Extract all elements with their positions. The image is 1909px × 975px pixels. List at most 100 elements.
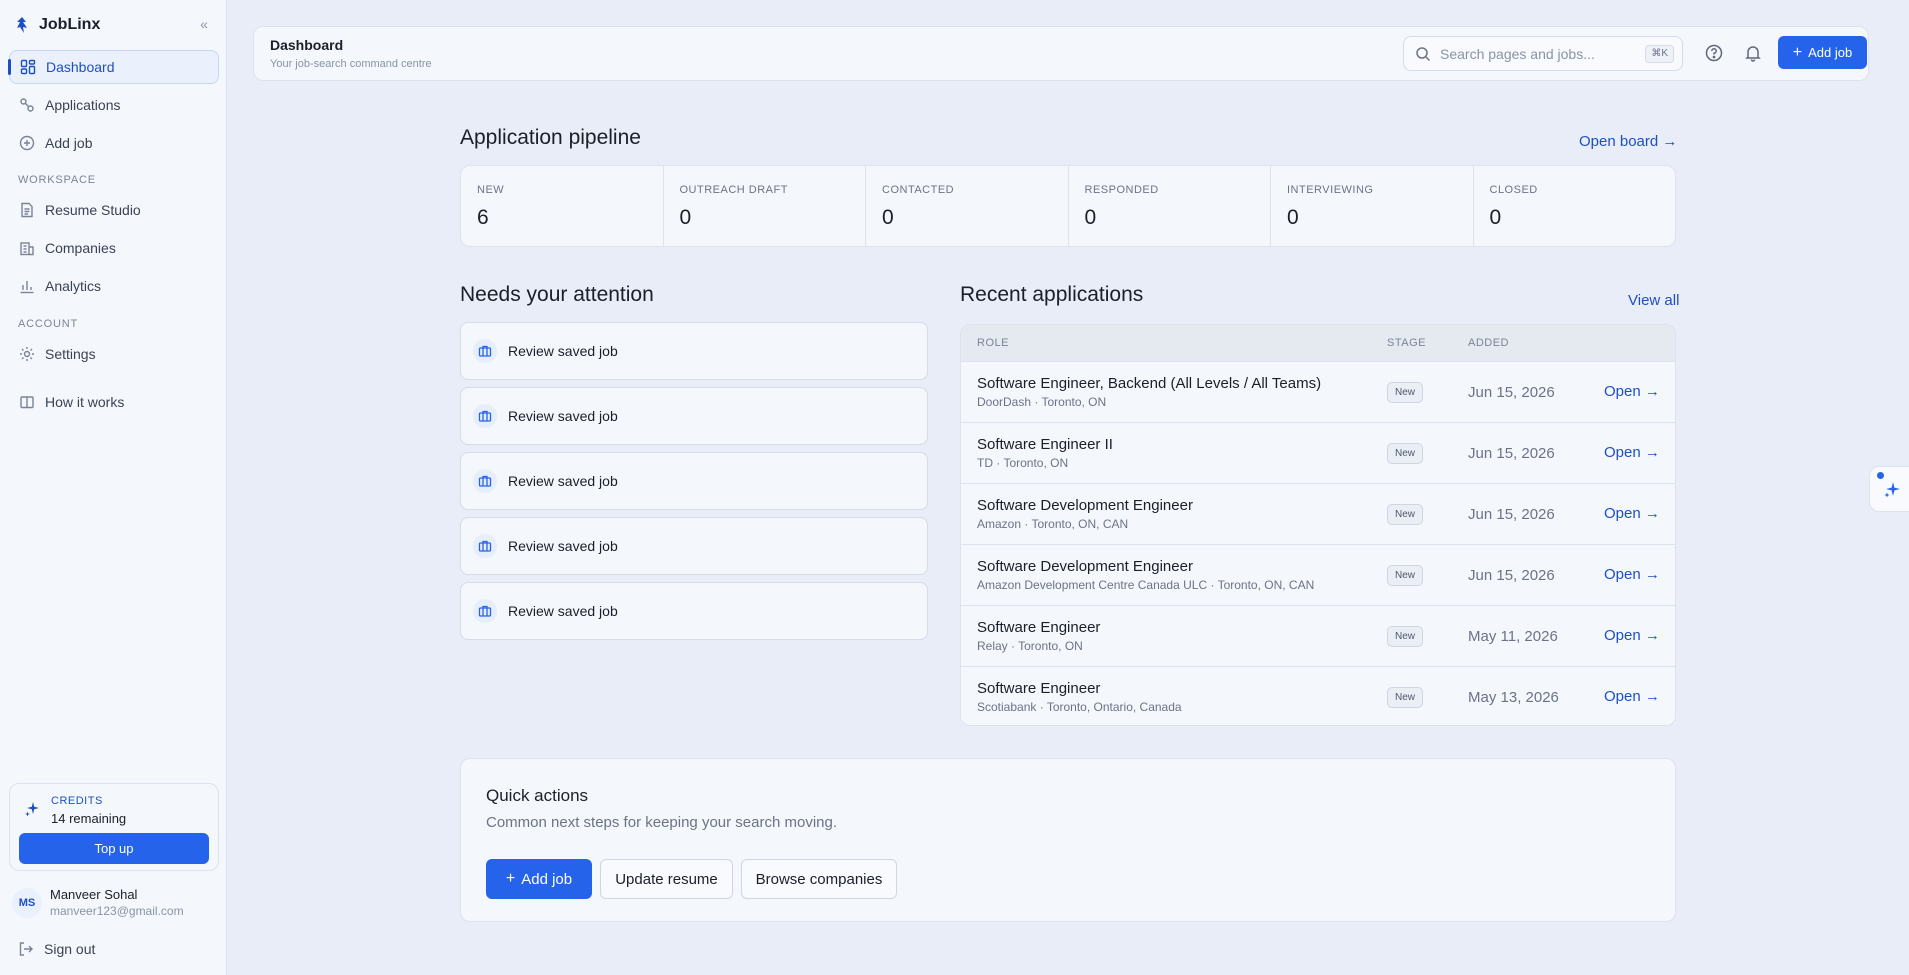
table-row[interactable]: Software Engineer, Backend (All Levels /…: [961, 361, 1675, 422]
open-application-link[interactable]: Open →: [1604, 688, 1660, 705]
plus-icon: +: [505, 870, 516, 887]
briefcase-icon: [478, 605, 492, 617]
attention-label: Review saved job: [508, 603, 618, 619]
quick-add-job-button[interactable]: + Add job: [486, 859, 592, 899]
update-resume-button[interactable]: Update resume: [600, 859, 733, 899]
gear-icon: [20, 347, 34, 361]
added-date: May 11, 2026: [1468, 628, 1558, 645]
added-date: Jun 15, 2026: [1468, 567, 1555, 584]
role-company: DoorDash · Toronto, ON: [977, 395, 1107, 409]
pipeline-title: Application pipeline: [460, 126, 641, 149]
stage-responded[interactable]: RESPONDED 0: [1069, 166, 1271, 246]
open-label: Open: [1604, 444, 1641, 461]
browse-companies-button[interactable]: Browse companies: [741, 859, 897, 899]
stage-closed[interactable]: CLOSED 0: [1474, 166, 1676, 246]
chevrons-left-icon[interactable]: «: [196, 16, 212, 32]
open-application-link[interactable]: Open →: [1604, 505, 1660, 522]
section-label-workspace: WORKSPACE: [18, 174, 96, 186]
sidebar-item-label: Companies: [45, 240, 116, 256]
open-application-link[interactable]: Open →: [1604, 627, 1660, 644]
arrow-right-icon: →: [1640, 627, 1660, 644]
book-icon: [20, 396, 34, 409]
table-row[interactable]: Software Engineer II TD · Toronto, ON Ne…: [961, 422, 1675, 483]
stage-contacted[interactable]: CONTACTED 0: [866, 166, 1069, 246]
stage-label: INTERVIEWING: [1287, 184, 1374, 196]
attention-icon-wrap: [473, 534, 497, 558]
page-subtitle: Your job-search command centre: [270, 58, 432, 70]
added-date: May 13, 2026: [1468, 689, 1559, 706]
ai-assistant-button[interactable]: [1869, 466, 1909, 512]
role-title: Software Development Engineer: [977, 497, 1193, 514]
table-row[interactable]: Software Engineer Scotiabank · Toronto, …: [961, 666, 1675, 725]
sidebar-item-applications[interactable]: Applications: [9, 88, 219, 122]
open-application-link[interactable]: Open →: [1604, 444, 1660, 461]
sidebar-item-dashboard[interactable]: Dashboard: [8, 50, 219, 84]
status-badge: New: [1387, 565, 1424, 586]
sidebar-item-add-job[interactable]: Add job: [9, 126, 219, 160]
open-board-link[interactable]: Open board →: [1579, 133, 1677, 150]
table-header: ROLE STAGE ADDED: [961, 325, 1675, 361]
attention-item[interactable]: Review saved job: [460, 322, 928, 380]
sidebar-item-resume-studio[interactable]: Resume Studio: [9, 193, 219, 227]
sidebar-item-companies[interactable]: Companies: [9, 231, 219, 265]
bell-icon[interactable]: [1744, 44, 1762, 62]
briefcase-icon: [478, 345, 492, 357]
sign-out-label: Sign out: [44, 941, 96, 957]
user-email: manveer123@gmail.com: [50, 904, 184, 918]
user-profile[interactable]: MS Manveer Sohal manveer123@gmail.com: [12, 886, 217, 922]
add-job-button[interactable]: + Add job: [1778, 36, 1867, 69]
section-label-account: ACCOUNT: [18, 318, 78, 330]
building-icon: [20, 242, 34, 256]
table-row[interactable]: Software Development Engineer Amazon Dev…: [961, 544, 1675, 605]
attention-item[interactable]: Review saved job: [460, 517, 928, 575]
quick-actions-title: Quick actions: [486, 786, 589, 805]
sign-out-button[interactable]: Sign out: [18, 940, 95, 958]
attention-label: Review saved job: [508, 408, 618, 424]
arrow-right-icon: →: [1640, 444, 1660, 461]
top-up-button[interactable]: Top up: [19, 833, 209, 864]
table-row[interactable]: Software Engineer Relay · Toronto, ON Ne…: [961, 605, 1675, 666]
stage-count: 0: [679, 206, 692, 229]
open-label: Open: [1604, 566, 1641, 583]
attention-icon-wrap: [473, 599, 497, 623]
sidebar-item-settings[interactable]: Settings: [9, 337, 219, 371]
stage-outreach-draft[interactable]: OUTREACH DRAFT 0: [664, 166, 866, 246]
open-board-label: Open board: [1579, 133, 1659, 150]
status-badge: New: [1387, 626, 1424, 647]
arrow-right-icon: →: [1662, 133, 1678, 150]
plus-circle-icon: [19, 135, 35, 151]
open-application-link[interactable]: Open →: [1604, 566, 1660, 583]
view-all-link[interactable]: View all: [1628, 292, 1679, 309]
quick-actions-subtitle: Common next steps for keeping your searc…: [486, 814, 837, 831]
search-box[interactable]: ⌘K: [1403, 36, 1683, 71]
open-label: Open: [1604, 627, 1641, 644]
table-row[interactable]: Software Development Engineer Amazon · T…: [961, 483, 1675, 544]
search-input[interactable]: [1440, 37, 1640, 70]
sidebar-item-analytics[interactable]: Analytics: [9, 269, 219, 303]
role-company: Amazon · Toronto, ON, CAN: [977, 517, 1129, 531]
help-icon[interactable]: [1705, 44, 1723, 62]
briefcase-icon: [478, 540, 492, 552]
stage-count: 0: [1489, 206, 1502, 229]
attention-title: Needs your attention: [460, 283, 654, 306]
user-name: Manveer Sohal: [50, 887, 138, 902]
brand[interactable]: JobLinx: [14, 14, 100, 36]
attention-item[interactable]: Review saved job: [460, 387, 928, 445]
added-date: Jun 15, 2026: [1468, 445, 1555, 462]
open-label: Open: [1604, 505, 1641, 522]
arrow-right-icon: →: [1640, 688, 1660, 705]
search-shortcut: ⌘K: [1645, 45, 1674, 63]
role-company: Relay · Toronto, ON: [977, 639, 1083, 653]
sidebar-item-label: Dashboard: [46, 59, 115, 75]
sidebar-item-label: Applications: [45, 97, 121, 113]
attention-item[interactable]: Review saved job: [460, 452, 928, 510]
stage-new[interactable]: NEW 6: [461, 166, 664, 246]
role-company: Scotiabank · Toronto, Ontario, Canada: [977, 700, 1182, 714]
open-application-link[interactable]: Open →: [1604, 383, 1660, 400]
sidebar-item-how-it-works[interactable]: How it works: [9, 385, 219, 419]
stage-count: 0: [1084, 206, 1097, 229]
notification-dot: [1877, 472, 1884, 479]
attention-item[interactable]: Review saved job: [460, 582, 928, 640]
document-icon: [21, 202, 33, 218]
stage-interviewing[interactable]: INTERVIEWING 0: [1271, 166, 1474, 246]
